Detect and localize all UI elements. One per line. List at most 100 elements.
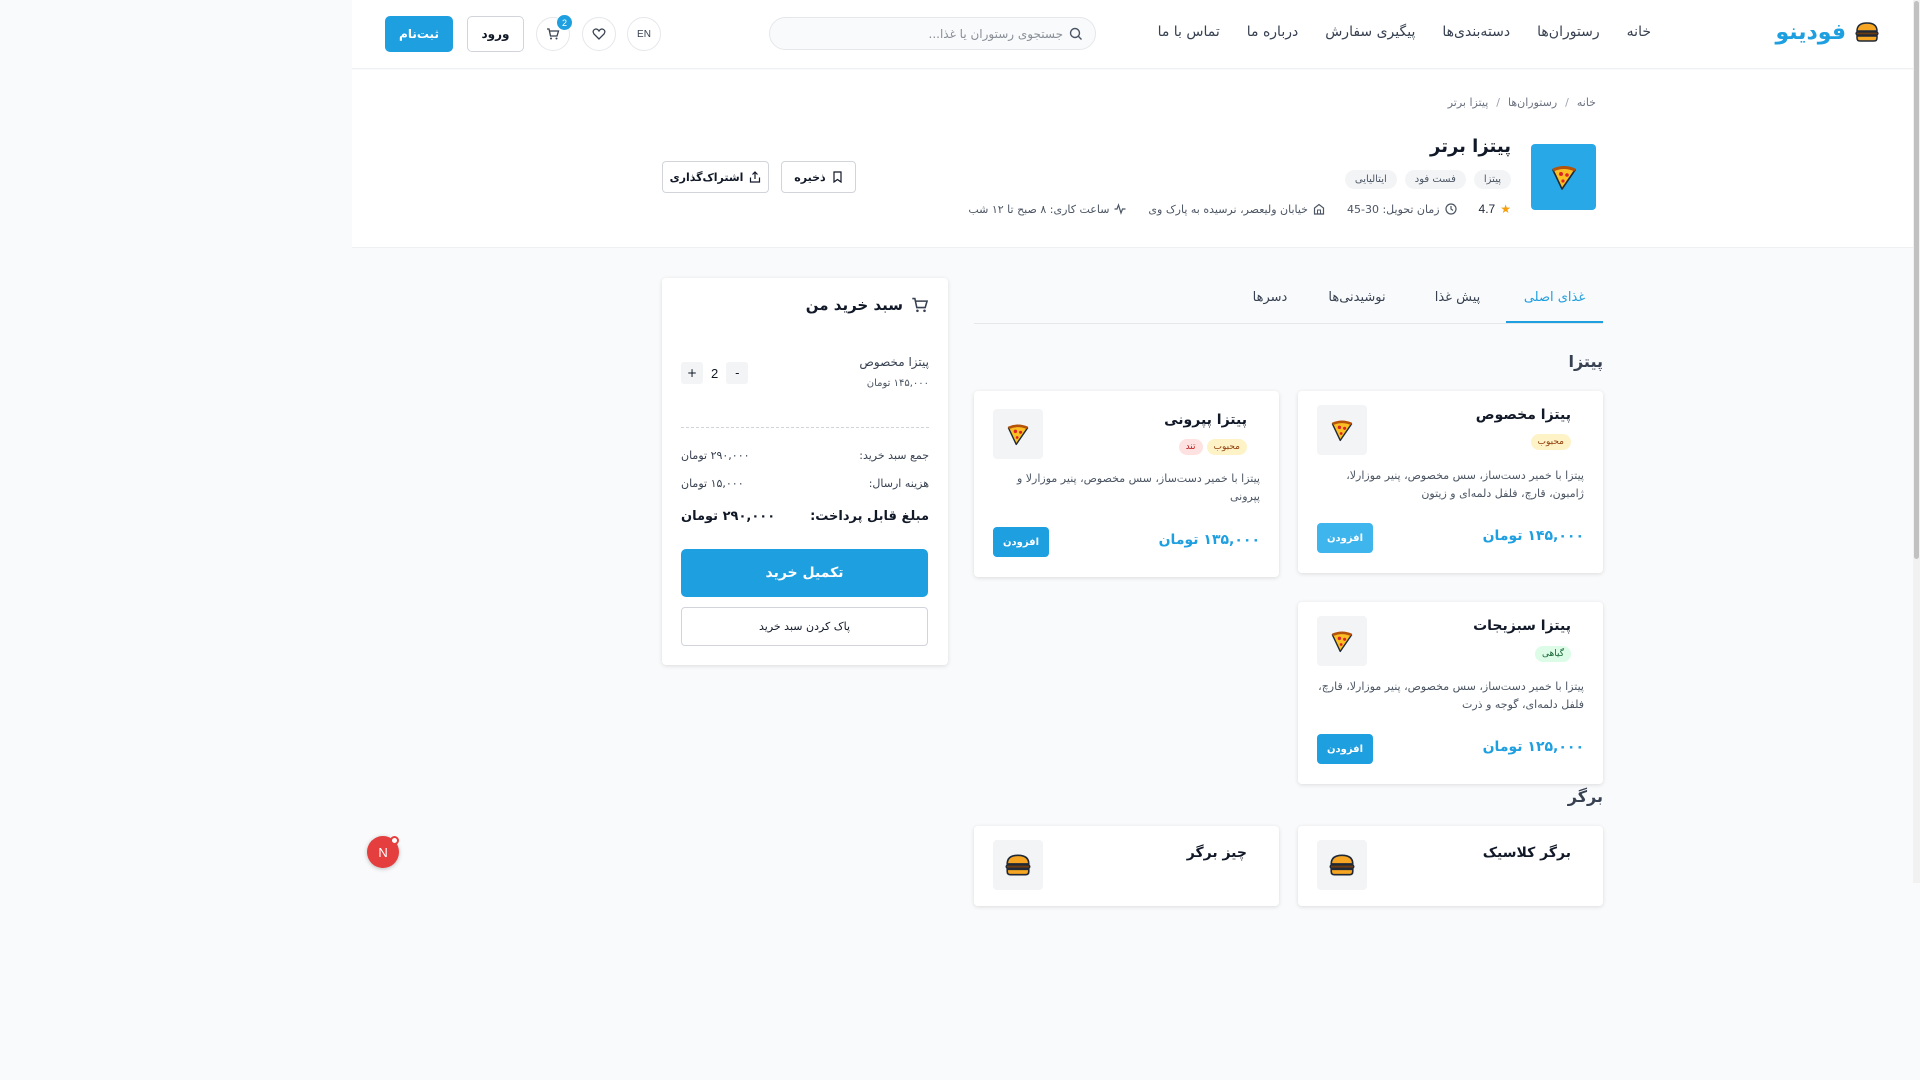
top-header: فودینو خانه رستوران‌ها دسته‌بندی‌ها پیگی… [352, 0, 1913, 69]
food-badges: محبوب تند [1178, 439, 1247, 455]
save-button[interactable]: ذخیره [781, 161, 856, 193]
restaurant-header: خانه / رستوران‌ها / پیتزا برتر پیتزا برت… [352, 70, 1913, 248]
food-name: پیتزا سبزیجات [1473, 618, 1571, 634]
burger-icon [1005, 854, 1031, 876]
food-image [993, 409, 1043, 459]
food-card: برگر کلاسیک [1298, 826, 1603, 906]
logo-text: فودینو [1775, 19, 1846, 45]
burger-logo-icon [1855, 22, 1879, 42]
nav-contact[interactable]: تماس با ما [1158, 24, 1220, 40]
delivery-time: زمان تحویل: 30-45 [1347, 203, 1457, 216]
total-label: مبلغ قابل پرداخت: [810, 509, 929, 524]
badge-popular: محبوب [1206, 439, 1247, 455]
add-to-cart-button[interactable]: افزودن [1317, 523, 1373, 553]
food-image [1317, 405, 1367, 455]
clear-cart-button[interactable]: پاک کردن سبد خرید [681, 607, 928, 646]
shipping-row: هزینه ارسال: ۱۵,۰۰۰ تومان [681, 477, 929, 490]
badge-popular: محبوب [1530, 434, 1571, 450]
pizza-icon [1007, 424, 1029, 446]
food-badges: گیاهی [1535, 646, 1571, 662]
food-image [1317, 616, 1367, 666]
food-image [1317, 840, 1367, 890]
shipping-label: هزینه ارسال: [868, 477, 929, 490]
restaurant-tags: پیتزا فست فود ایتالیایی [1344, 170, 1511, 189]
food-image [993, 840, 1043, 890]
pizza-icon [1331, 420, 1353, 442]
nav-about[interactable]: درباره ما [1247, 24, 1298, 40]
menu-tabs: غذای اصلی پیش غذا نوشیدنی‌ها دسرها [974, 282, 1603, 324]
signup-button[interactable]: ثبت‌نام [385, 16, 453, 52]
cart-title: سبد خرید من [806, 296, 929, 314]
food-name: برگر کلاسیک [1482, 845, 1571, 861]
favorites-button[interactable] [582, 17, 616, 51]
delivery-time-text: زمان تحویل: 30-45 [1346, 202, 1440, 216]
badge-spicy: تند [1178, 439, 1203, 455]
food-card: چیز برگر [974, 826, 1279, 906]
floating-devtools-button[interactable]: N [367, 836, 399, 868]
breadcrumb-home[interactable]: خانه [1577, 96, 1596, 109]
rating-value: 4.7 [1478, 202, 1496, 216]
pizza-icon [1331, 631, 1353, 653]
increase-quantity-button[interactable]: + [681, 362, 703, 384]
checkout-button[interactable]: تکمیل خرید [681, 549, 928, 597]
address: خیابان ولیعصر، نرسیده به پارک وی [1148, 203, 1325, 216]
breadcrumb-current: پیتزا برتر [1447, 96, 1489, 109]
add-to-cart-button[interactable]: افزودن [1317, 734, 1373, 764]
share-button-label: اشتراک‌گذاری [669, 170, 744, 184]
subtotal-label: جمع سبد خرید: [859, 449, 929, 462]
bookmark-icon [833, 171, 842, 183]
food-name: پیتزا مخصوص [1475, 407, 1571, 423]
food-description: پیتزا با خمیر دست‌ساز، سس مخصوص، پنیر مو… [1346, 469, 1584, 500]
star-icon: ★ [1500, 202, 1511, 216]
restaurant-tag: فست فود [1404, 170, 1466, 189]
decrease-quantity-button[interactable]: - [726, 362, 749, 384]
tab-main-dishes[interactable]: غذای اصلی [1506, 282, 1603, 323]
food-price: ۱۳۵,۰۰۰ تومان [1158, 532, 1260, 548]
language-toggle[interactable]: EN [627, 17, 661, 51]
building-icon [1313, 203, 1325, 215]
cart-panel: سبد خرید من پیتزا مخصوص ۱۴۵,۰۰۰ تومان + … [662, 278, 948, 665]
restaurant-tag: پیتزا [1473, 170, 1511, 189]
tab-desserts[interactable]: دسرها [1235, 282, 1305, 323]
login-button[interactable]: ورود [467, 16, 524, 52]
nav-restaurants[interactable]: رستوران‌ها [1537, 24, 1600, 40]
opening-hours: ساعت کاری: ۸ صبح تا ۱۲ شب [968, 203, 1126, 216]
share-icon [750, 171, 761, 183]
page-scrollbar[interactable] [1913, 0, 1920, 883]
tab-drinks[interactable]: نوشیدنی‌ها [1305, 282, 1409, 323]
add-to-cart-button[interactable]: افزودن [993, 527, 1049, 557]
cart-item-price: ۱۴۵,۰۰۰ تومان [866, 378, 929, 389]
scrollbar-thumb[interactable] [1914, 1, 1919, 559]
food-price: ۱۴۵,۰۰۰ تومان [1482, 528, 1584, 544]
rating: ★ 4.7 [1479, 202, 1511, 216]
breadcrumb-restaurants[interactable]: رستوران‌ها [1508, 96, 1557, 109]
total-row: مبلغ قابل پرداخت: ۲۹۰,۰۰۰ تومان [681, 509, 929, 524]
breadcrumb-separator: / [1565, 96, 1569, 109]
search-icon [1069, 27, 1082, 40]
cart-divider [681, 427, 929, 428]
food-name: پیتزا پپرونی [1164, 412, 1247, 428]
breadcrumb-separator: / [1496, 96, 1501, 109]
section-title-burger: برگر [1567, 787, 1603, 806]
restaurant-meta: ★ 4.7 زمان تحویل: 30-45 خیابان ولیعصر، ن… [968, 202, 1511, 216]
cart-icon [912, 297, 929, 313]
nav-order-tracking[interactable]: پیگیری سفارش [1325, 24, 1415, 40]
share-button[interactable]: اشتراک‌گذاری [662, 161, 769, 193]
food-card: پیتزا سبزیجات گیاهی پیتزا با خمیر دست‌سا… [1298, 602, 1603, 784]
nav-categories[interactable]: دسته‌بندی‌ها [1442, 24, 1510, 40]
search-box[interactable] [769, 17, 1096, 50]
cart-icon [547, 28, 560, 40]
search-input[interactable] [803, 26, 1063, 41]
breadcrumb: خانه / رستوران‌ها / پیتزا برتر [1448, 96, 1596, 109]
brand-logo[interactable]: فودینو [1775, 19, 1880, 45]
food-card: پیتزا مخصوص محبوب پیتزا با خمیر دست‌ساز،… [1298, 391, 1603, 573]
total-value: ۲۹۰,۰۰۰ تومان [681, 509, 776, 524]
section-title-pizza: پیتزا [1568, 352, 1603, 371]
nav-home[interactable]: خانه [1627, 24, 1651, 40]
burger-icon [1329, 854, 1355, 876]
tab-appetizers[interactable]: پیش غذا [1409, 282, 1506, 323]
pizza-icon [1551, 166, 1576, 190]
food-price: ۱۲۵,۰۰۰ تومان [1482, 739, 1584, 755]
quantity-value: 2 [711, 365, 719, 381]
cart-button[interactable]: 2 [536, 15, 572, 51]
